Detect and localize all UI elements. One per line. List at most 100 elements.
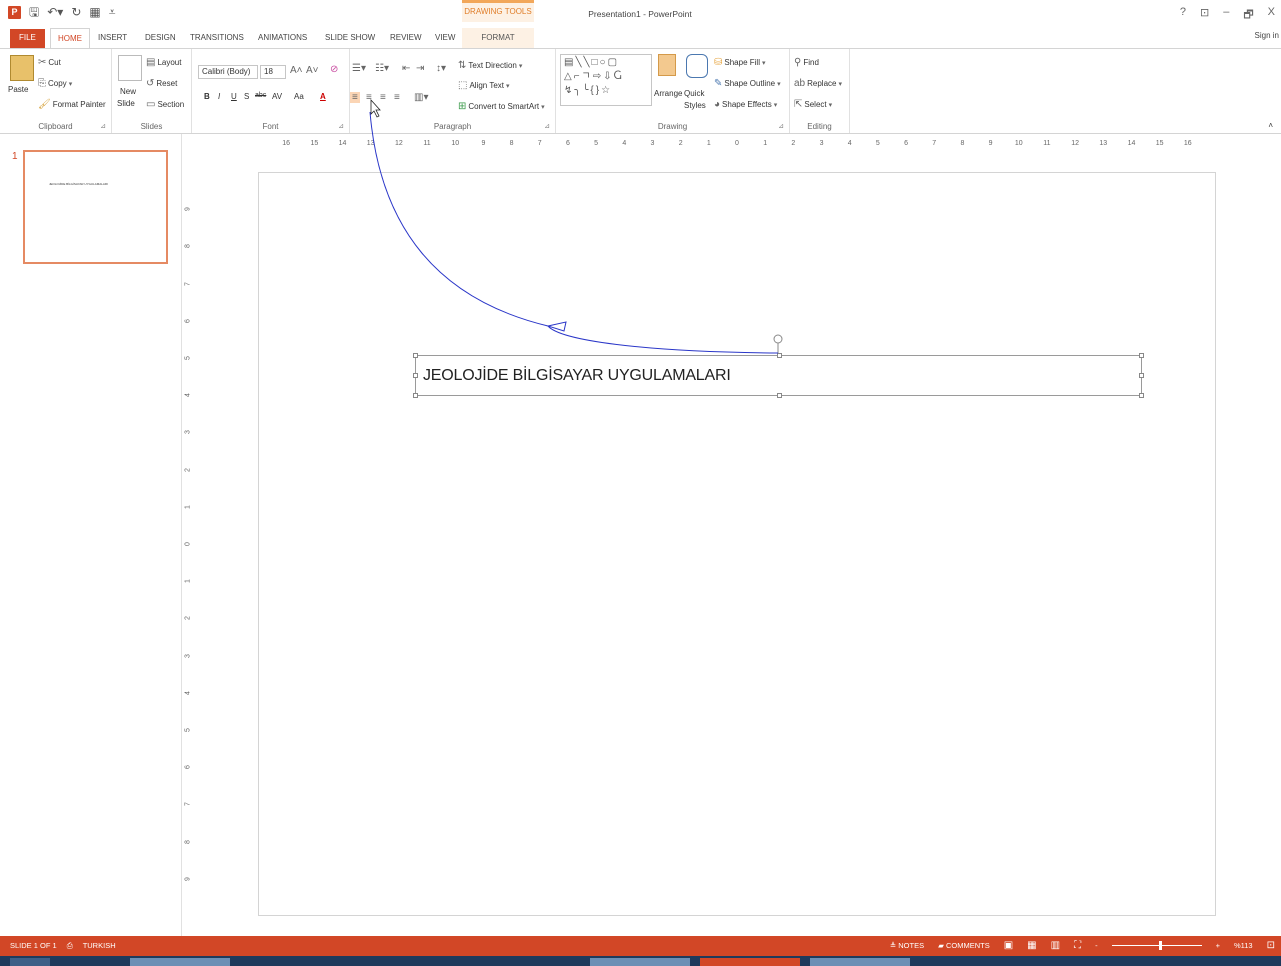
zoom-slider-thumb[interactable]: [1158, 941, 1162, 950]
taskbar-item[interactable]: [590, 958, 690, 966]
tab-transitions[interactable]: TRANSITIONS: [183, 31, 251, 49]
arrange-icon[interactable]: [658, 54, 676, 76]
tab-review[interactable]: REVIEW: [383, 31, 429, 49]
taskbar-item[interactable]: [10, 958, 50, 966]
align-text-button[interactable]: ⬚ Align Text ▾: [458, 80, 510, 91]
resize-handle[interactable]: [1139, 393, 1144, 398]
tab-home[interactable]: HOME: [50, 28, 90, 49]
resize-handle[interactable]: [777, 393, 782, 398]
customize-qat-icon[interactable]: ⩡: [109, 5, 116, 19]
section-button[interactable]: ▭ Section: [146, 99, 184, 110]
columns-button[interactable]: ▥▾: [414, 92, 428, 103]
language-status[interactable]: TURKISH: [83, 941, 116, 951]
decrease-indent-button[interactable]: ⇤: [402, 63, 410, 74]
layout-button[interactable]: ▤ Layout: [146, 57, 181, 68]
line-spacing-button[interactable]: ↕▾: [436, 63, 446, 74]
arrange-button[interactable]: Arrange: [654, 89, 682, 98]
convert-to-smartart-button[interactable]: ⊞ Convert to SmartArt ▾: [458, 101, 545, 112]
sign-in-link[interactable]: Sign in: [1255, 31, 1279, 40]
resize-handle[interactable]: [1139, 373, 1144, 378]
increase-indent-button[interactable]: ⇥: [416, 63, 424, 74]
quick-styles-label[interactable]: Styles: [684, 101, 706, 110]
resize-handle[interactable]: [413, 353, 418, 358]
slide-sorter-icon[interactable]: ▦: [1027, 940, 1036, 951]
clipboard-launcher-icon[interactable]: ⊿: [100, 122, 106, 130]
start-from-beginning-icon[interactable]: ▦: [89, 5, 100, 19]
replace-button[interactable]: ab Replace ▾: [794, 78, 842, 89]
taskbar-item[interactable]: [810, 958, 910, 966]
font-name-combo[interactable]: Calibri (Body): [198, 65, 258, 79]
tab-slide-show[interactable]: SLIDE SHOW: [318, 31, 382, 49]
increase-font-size-button[interactable]: A˄: [290, 65, 303, 76]
spelling-icon[interactable]: ⎙: [67, 941, 73, 951]
resize-handle[interactable]: [777, 353, 782, 358]
paste-button[interactable]: Paste: [8, 85, 28, 94]
quick-styles-icon[interactable]: [686, 54, 708, 78]
resize-handle[interactable]: [413, 373, 418, 378]
align-right-button[interactable]: ≡: [380, 92, 386, 103]
italic-button[interactable]: I: [218, 92, 220, 101]
decrease-font-size-button[interactable]: A˅: [306, 65, 319, 76]
slide-show-icon[interactable]: ⛶: [1074, 940, 1081, 951]
shapes-row[interactable]: △⌐ㄱ⇨⇩Ⴚ: [564, 70, 648, 84]
zoom-out-button[interactable]: -: [1095, 941, 1098, 950]
select-button[interactable]: ⇱ Select ▾: [794, 99, 832, 110]
slide-canvas[interactable]: [258, 172, 1216, 916]
shape-outline-button[interactable]: ✎ Shape Outline ▾: [714, 78, 781, 89]
bullets-button[interactable]: ☰▾: [352, 63, 366, 74]
font-launcher-icon[interactable]: ⊿: [338, 122, 344, 130]
close-button[interactable]: X: [1268, 6, 1275, 25]
shapes-row[interactable]: ↯╮╰{}☆: [564, 84, 648, 98]
tab-insert[interactable]: INSERT: [91, 31, 134, 49]
reading-view-icon[interactable]: ▥: [1051, 940, 1060, 951]
strikethrough-button[interactable]: abc: [255, 92, 266, 99]
shape-fill-button[interactable]: ⛁ Shape Fill ▾: [714, 57, 765, 68]
paste-icon[interactable]: [10, 55, 34, 81]
shadow-button[interactable]: S: [244, 92, 249, 101]
restore-button[interactable]: 🗗: [1243, 6, 1253, 25]
clear-formatting-button[interactable]: ⊘: [330, 64, 338, 75]
zoom-slider[interactable]: [1111, 941, 1202, 950]
taskbar-item[interactable]: [130, 958, 230, 966]
justify-button[interactable]: ≡: [394, 92, 400, 103]
notes-button[interactable]: ≜ NOTES: [890, 941, 924, 950]
slide-thumbnail[interactable]: JEOLOJİDE BİLGİSAYAR UYGULAMALARI: [23, 150, 168, 264]
find-button[interactable]: ⚲ Find: [794, 57, 819, 68]
tab-animations[interactable]: ANIMATIONS: [251, 31, 314, 49]
redo-icon[interactable]: ↻: [71, 5, 81, 19]
tab-design[interactable]: DESIGN: [138, 31, 183, 49]
title-text[interactable]: JEOLOJİDE BİLGİSAYAR UYGULAMALARI: [423, 367, 731, 385]
collapse-ribbon-icon[interactable]: ˄: [1268, 121, 1273, 130]
minimize-button[interactable]: –: [1223, 6, 1229, 25]
shapes-row[interactable]: ▤╲╲□○▢: [564, 56, 648, 70]
normal-view-icon[interactable]: ▣: [1004, 940, 1013, 951]
shape-effects-button[interactable]: ◕ Shape Effects ▾: [714, 99, 777, 110]
change-case-button[interactable]: Aa: [294, 92, 304, 101]
save-icon[interactable]: 🖫: [29, 5, 39, 19]
shapes-gallery[interactable]: ▤╲╲□○▢ △⌐ㄱ⇨⇩Ⴚ ↯╮╰{}☆: [560, 54, 652, 106]
new-slide-label[interactable]: Slide: [117, 99, 135, 108]
fit-slide-icon[interactable]: ⊡: [1267, 940, 1275, 951]
tab-view[interactable]: VIEW: [428, 31, 462, 49]
undo-icon[interactable]: ↶▾: [47, 5, 63, 19]
new-slide-button[interactable]: New: [120, 87, 136, 96]
align-center-button[interactable]: ≡: [366, 92, 372, 103]
cut-button[interactable]: ✂ Cut: [38, 57, 61, 68]
numbering-button[interactable]: ☷▾: [375, 63, 389, 74]
paragraph-launcher-icon[interactable]: ⊿: [544, 122, 550, 130]
bold-button[interactable]: B: [204, 92, 210, 101]
copy-button[interactable]: ⎘ Copy ▾: [38, 78, 72, 89]
quick-styles-button[interactable]: Quick: [684, 89, 704, 98]
character-spacing-button[interactable]: AV: [272, 92, 282, 101]
resize-handle[interactable]: [413, 393, 418, 398]
title-text-box[interactable]: JEOLOJİDE BİLGİSAYAR UYGULAMALARI: [413, 353, 1144, 398]
tab-format[interactable]: FORMAT: [462, 28, 534, 49]
tab-file[interactable]: FILE: [10, 29, 45, 49]
format-painter-button[interactable]: 🖌 Format Painter: [38, 99, 106, 110]
font-color-button[interactable]: A: [320, 92, 326, 101]
zoom-in-button[interactable]: +: [1216, 941, 1220, 950]
new-slide-icon[interactable]: [118, 55, 142, 81]
resize-handle[interactable]: [1139, 353, 1144, 358]
drawing-launcher-icon[interactable]: ⊿: [778, 122, 784, 130]
align-left-button[interactable]: ≡: [350, 92, 360, 103]
